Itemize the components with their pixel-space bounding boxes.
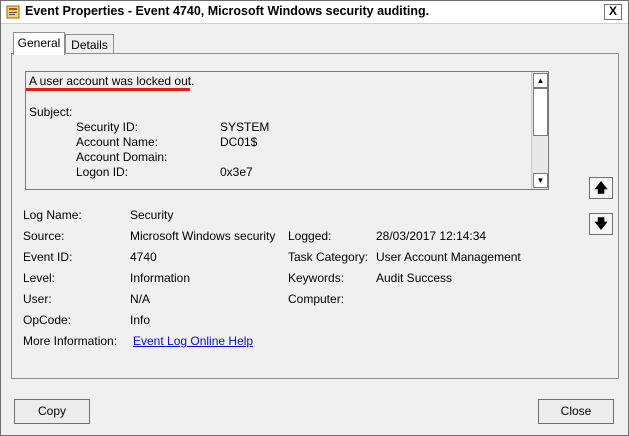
- level-value: Information: [130, 271, 191, 285]
- arrow-up-icon: 🡅: [594, 180, 608, 195]
- field-label-account-domain: Account Domain:: [76, 150, 168, 164]
- red-highlight-underline: [26, 88, 190, 91]
- previous-event-button[interactable]: 🡅: [589, 177, 613, 199]
- tab-general[interactable]: General: [13, 32, 65, 55]
- field-label-account-name: Account Name:: [76, 135, 159, 149]
- next-event-button[interactable]: 🡇: [589, 213, 613, 235]
- event-properties-window: Event Properties - Event 4740, Microsoft…: [0, 0, 629, 436]
- task-category-value: User Account Management: [376, 250, 521, 264]
- computer-label: Computer:: [288, 292, 345, 306]
- title-bar[interactable]: Event Properties - Event 4740, Microsoft…: [1, 1, 628, 24]
- event-id-value: 4740: [130, 250, 157, 264]
- source-label: Source:: [23, 229, 65, 243]
- close-icon[interactable]: X: [604, 4, 622, 20]
- field-value-logon-id: 0x3e7: [220, 165, 253, 179]
- arrow-down-icon: 🡇: [594, 216, 608, 231]
- logged-label: Logged:: [288, 229, 332, 243]
- scroll-up-arrow-icon[interactable]: ▲: [533, 73, 548, 88]
- more-information-label: More Information:: [23, 334, 118, 348]
- keywords-label: Keywords:: [288, 271, 345, 285]
- logged-value: 28/03/2017 12:14:34: [376, 229, 487, 243]
- field-label-logon-id: Logon ID:: [76, 165, 129, 179]
- scroll-down-arrow-icon[interactable]: ▼: [533, 173, 548, 188]
- level-label: Level:: [23, 271, 56, 285]
- opcode-label: OpCode:: [23, 313, 72, 327]
- description-headline: A user account was locked out.: [29, 74, 195, 88]
- description-scrollbar[interactable]: ▲ ▼: [531, 72, 548, 189]
- copy-button[interactable]: Copy: [14, 399, 90, 424]
- event-log-online-help-link[interactable]: Event Log Online Help: [133, 334, 253, 348]
- close-button[interactable]: Close: [538, 399, 614, 424]
- subject-label: Subject:: [29, 105, 73, 119]
- event-description-box[interactable]: A user account was locked out. Subject: …: [25, 71, 549, 190]
- user-value: N/A: [130, 292, 151, 306]
- opcode-value: Info: [130, 313, 151, 327]
- field-value-security-id: SYSTEM: [220, 120, 270, 134]
- log-name-value: Security: [130, 208, 174, 222]
- tab-details[interactable]: Details: [65, 34, 114, 55]
- window-title: Event Properties - Event 4740, Microsoft…: [25, 4, 430, 18]
- keywords-value: Audit Success: [376, 271, 453, 285]
- field-value-account-name: DC01$: [220, 135, 258, 149]
- field-label-security-id: Security ID:: [76, 120, 139, 134]
- event-id-label: Event ID:: [23, 250, 73, 264]
- scroll-thumb[interactable]: [533, 88, 548, 136]
- task-category-label: Task Category:: [288, 250, 369, 264]
- event-viewer-icon: [6, 5, 20, 19]
- user-label: User:: [23, 292, 52, 306]
- log-name-label: Log Name:: [23, 208, 82, 222]
- source-value: Microsoft Windows security: [130, 229, 276, 243]
